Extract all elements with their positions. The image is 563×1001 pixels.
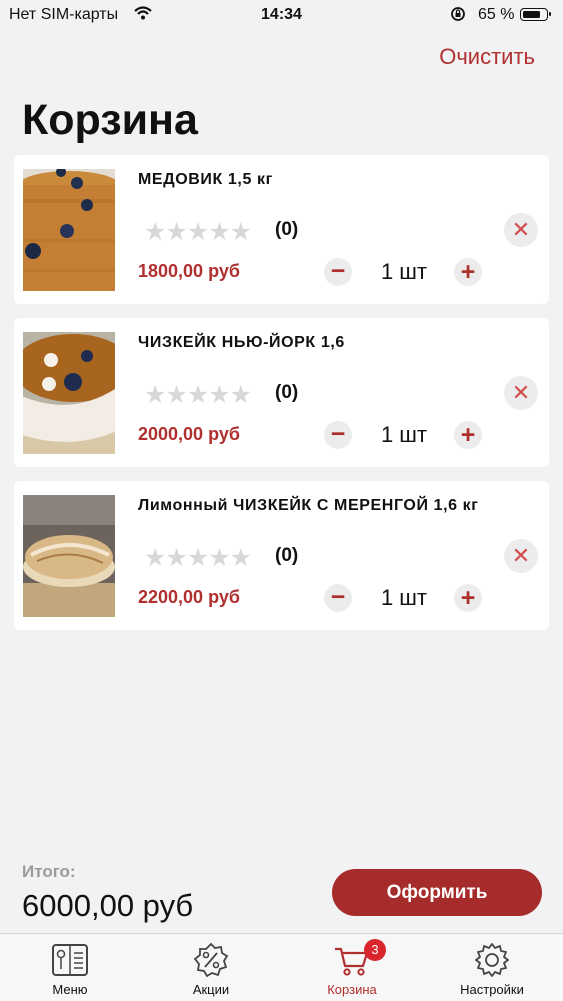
rating-stars: ★★★★★ xyxy=(144,218,252,246)
tab-label: Корзина xyxy=(327,982,377,997)
tab-label: Меню xyxy=(52,982,88,997)
menu-book-icon xyxy=(52,944,88,976)
increase-quantity-button[interactable]: + xyxy=(454,258,482,286)
decrease-quantity-button[interactable]: − xyxy=(324,421,352,449)
product-photo xyxy=(23,495,115,617)
cart-list: МЕДОВИК 1,5 кг ★★★★★ (0) 1800,00 руб − 1… xyxy=(14,155,549,644)
tab-promotions[interactable]: Акции xyxy=(141,934,281,1001)
total-label: Итого: xyxy=(22,862,76,881)
increase-quantity-button[interactable]: + xyxy=(454,421,482,449)
decrease-quantity-button[interactable]: − xyxy=(324,584,352,612)
quantity-value: 1 шт xyxy=(380,585,428,610)
cart-item: МЕДОВИК 1,5 кг ★★★★★ (0) 1800,00 руб − 1… xyxy=(14,155,549,304)
quantity-value: 1 шт xyxy=(380,422,428,447)
rating-count: (0) xyxy=(275,545,299,566)
page-title: Корзина xyxy=(22,96,198,144)
rating-stars: ★★★★★ xyxy=(144,544,252,572)
product-price: 1800,00 руб xyxy=(138,261,240,281)
checkout-button[interactable]: Оформить xyxy=(332,869,542,916)
battery-percent: 65 % xyxy=(478,6,515,23)
product-name: Лимонный ЧИЗКЕЙК С МЕРЕНГОЙ 1,6 кг xyxy=(138,497,479,514)
battery-icon xyxy=(520,8,551,21)
orientation-lock-icon xyxy=(450,6,466,27)
product-price: 2000,00 руб xyxy=(138,424,240,444)
product-photo xyxy=(23,169,115,291)
product-name: ЧИЗКЕЙК НЬЮ-ЙОРК 1,6 xyxy=(138,334,345,351)
total-value: 6000,00 руб xyxy=(22,888,194,923)
remove-item-button[interactable]: ✕ xyxy=(504,213,538,247)
product-name: МЕДОВИК 1,5 кг xyxy=(138,171,273,188)
tab-cart[interactable]: 3 Корзина xyxy=(282,934,422,1001)
cart-item: Лимонный ЧИЗКЕЙК С МЕРЕНГОЙ 1,6 кг ★★★★★… xyxy=(14,481,549,630)
tab-menu[interactable]: Меню xyxy=(0,934,140,1001)
rating-count: (0) xyxy=(275,382,299,403)
remove-item-button[interactable]: ✕ xyxy=(504,539,538,573)
tab-bar: Меню Акции 3 Корзина Настройки xyxy=(0,933,563,1001)
tab-label: Настройки xyxy=(460,982,524,997)
product-photo xyxy=(23,332,115,454)
increase-quantity-button[interactable]: + xyxy=(454,584,482,612)
rating-stars: ★★★★★ xyxy=(144,381,252,409)
tab-label: Акции xyxy=(192,982,230,997)
status-bar: Нет SIM-карты 14:34 65 % xyxy=(0,0,563,30)
rating-count: (0) xyxy=(275,219,299,240)
cart-count-badge: 3 xyxy=(364,939,386,961)
percent-badge-icon xyxy=(193,942,229,978)
cart-item: ЧИЗКЕЙК НЬЮ-ЙОРК 1,6 ★★★★★ (0) 2000,00 р… xyxy=(14,318,549,467)
product-price: 2200,00 руб xyxy=(138,587,240,607)
gear-icon xyxy=(475,943,509,977)
quantity-value: 1 шт xyxy=(380,259,428,284)
decrease-quantity-button[interactable]: − xyxy=(324,258,352,286)
tab-settings[interactable]: Настройки xyxy=(422,934,562,1001)
clear-cart-button[interactable]: Очистить xyxy=(439,44,535,70)
remove-item-button[interactable]: ✕ xyxy=(504,376,538,410)
